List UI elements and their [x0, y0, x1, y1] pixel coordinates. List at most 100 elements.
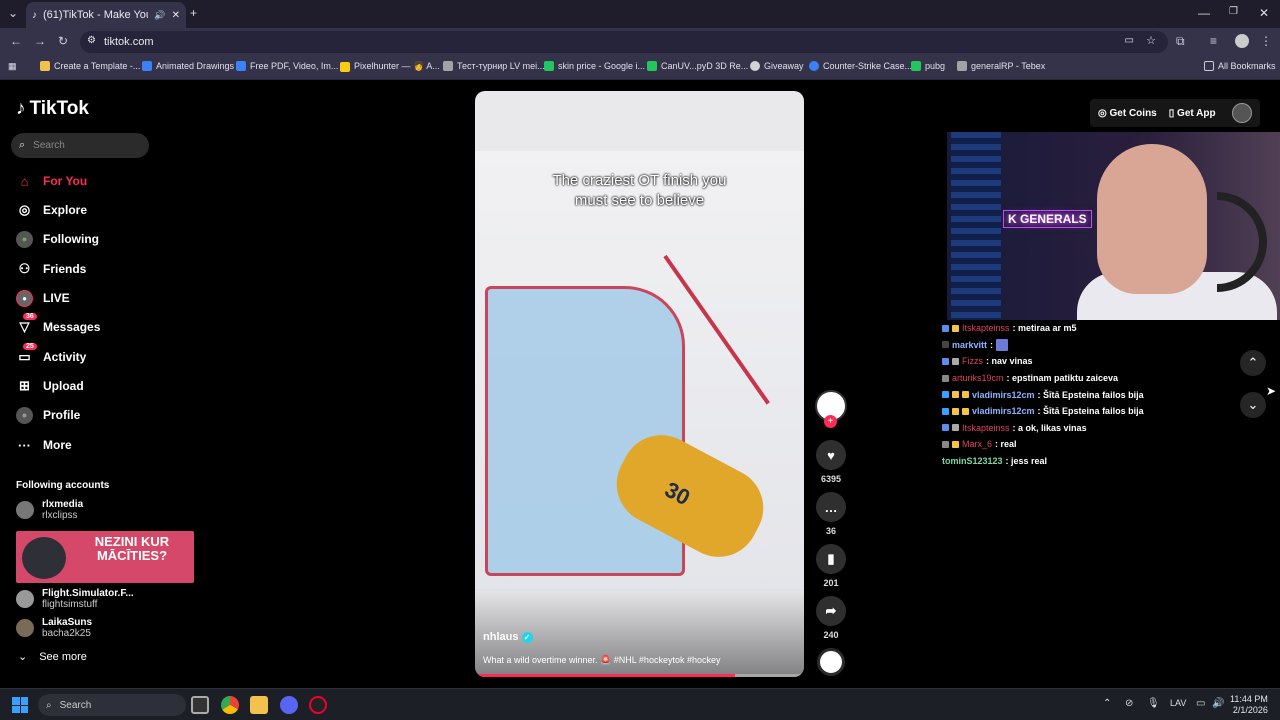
chrome-menu-icon[interactable]: ⋮	[1260, 34, 1272, 48]
like-button[interactable]: ♥ 6395	[815, 440, 847, 484]
network-icon[interactable]: ⊘	[1125, 698, 1133, 709]
window-close-icon[interactable]: ✕	[1259, 6, 1269, 20]
tab-close-icon[interactable]: ✕	[172, 10, 180, 21]
browser-toolbar: ← → ↻ ⚙ tiktok.com ▭ ☆ ⧉ ≡ ⋮	[0, 28, 1280, 56]
see-more-button[interactable]: ⌄ See more	[18, 650, 87, 664]
tiktok-logo[interactable]: ♪ TikTok	[16, 98, 89, 120]
task-view-icon[interactable]	[191, 696, 209, 714]
emote-icon	[996, 338, 1009, 351]
comment-icon: …	[816, 492, 846, 522]
media-icon[interactable]: ≡	[1210, 34, 1217, 48]
nav-following[interactable]: ● Following	[16, 228, 99, 250]
taskbar-search[interactable]: ⌕ Search	[38, 694, 186, 716]
get-coins-button[interactable]: ◎ Get Coins	[1098, 108, 1157, 119]
volume-icon[interactable]: 🔊	[1212, 698, 1224, 709]
badge-icon	[942, 324, 949, 332]
badge-icon	[942, 391, 949, 399]
new-tab-icon[interactable]: +	[190, 6, 197, 20]
tray-overflow-icon[interactable]: ⌃	[1103, 698, 1111, 709]
site-info-icon[interactable]: ⚙	[87, 35, 96, 46]
windows-start-icon[interactable]	[12, 697, 28, 713]
language-indicator[interactable]: LAV	[1170, 698, 1186, 708]
bookmark-star-icon[interactable]: ☆	[1146, 34, 1156, 47]
recording-app-icon[interactable]	[309, 696, 327, 714]
video-player[interactable]: 30 The craziest OT finish you must see t…	[475, 91, 804, 677]
chat-user: Itskapteinss	[962, 422, 1010, 433]
chat-message: : nav vinas	[986, 356, 1033, 367]
chat-user: markvitt	[952, 339, 988, 350]
back-icon[interactable]: ←	[10, 34, 22, 48]
bookmark-label: pubg	[925, 61, 946, 71]
bookmark-favicon-icon	[544, 61, 554, 71]
tab-list-icon[interactable]: ⌄	[8, 6, 18, 20]
nav-activity[interactable]: ▭ 25 Activity	[16, 342, 86, 368]
nav-explore[interactable]: ◎ Explore	[16, 199, 87, 221]
apps-grid-icon[interactable]: ▦	[8, 61, 17, 72]
bookmark-6[interactable]: CanUV...pyD 3D Re...	[647, 61, 748, 71]
address-bar[interactable]: ⚙ tiktok.com ▭ ☆	[80, 31, 1168, 53]
bookmark-0[interactable]: Create a Template -...	[40, 61, 140, 71]
comment-count: 36	[825, 526, 836, 536]
nav-messages[interactable]: ▽ 36 Messages	[16, 312, 100, 338]
discord-icon[interactable]	[280, 696, 298, 714]
user-avatar[interactable]	[1232, 103, 1252, 123]
chrome-taskbar-icon[interactable]	[221, 696, 239, 714]
follow-plus-icon[interactable]: +	[824, 415, 837, 428]
account-item[interactable]: rlxmedia rlxclipss	[16, 499, 83, 521]
nav-label: Friends	[43, 262, 87, 276]
search-input[interactable]: ⌕ Search	[11, 133, 149, 158]
maximize-icon[interactable]: ❐	[1229, 6, 1238, 17]
extensions-icon[interactable]: ⧉	[1176, 34, 1185, 49]
bookmark-2[interactable]: Free PDF, Video, Im...	[236, 61, 338, 71]
nav-friends[interactable]: ⚇ Friends	[16, 258, 87, 280]
video-progress-bar[interactable]	[475, 674, 804, 677]
bookmark-9[interactable]: pubg	[911, 61, 945, 71]
microphone-icon[interactable]: 🎙	[1147, 698, 1160, 709]
tab-title: (61)TikTok - Make Your Day	[43, 9, 148, 21]
previous-video-button[interactable]: ⌃	[1240, 350, 1266, 376]
chat-user: tominS123123	[942, 456, 1003, 467]
forward-icon[interactable]: →	[34, 34, 46, 48]
nav-upload[interactable]: ⊞ Upload	[16, 375, 84, 397]
bookmark-7[interactable]: Giveaway	[750, 61, 804, 71]
nav-live[interactable]: ● LIVE	[16, 287, 70, 309]
clock[interactable]: 11:44 PM 2/1/2026	[1230, 694, 1268, 716]
bookmark-5[interactable]: skin price - Google i...	[544, 61, 645, 71]
account-item[interactable]: Flight.Simulator.F... flightsimstuff	[16, 588, 134, 610]
get-coins-label: Get Coins	[1109, 107, 1157, 119]
share-button[interactable]: ➦ 240	[815, 596, 847, 640]
clock-date: 2/1/2026	[1232, 705, 1268, 715]
comment-button[interactable]: … 36	[815, 492, 847, 536]
ad-character-icon	[22, 537, 66, 579]
chevron-down-icon: ⌄	[18, 651, 28, 663]
next-video-button[interactable]: ⌄	[1240, 392, 1266, 418]
browser-tab[interactable]: ♪ (61)TikTok - Make Your Day 🔊 ✕	[26, 2, 186, 28]
video-description[interactable]: What a wild overtime winner. 🚨 #NHL #hoc…	[483, 655, 720, 666]
cast-icon[interactable]: ▭	[1125, 35, 1134, 46]
sound-disc-icon[interactable]	[817, 648, 845, 676]
profile-avatar-icon[interactable]	[1235, 34, 1249, 48]
reload-icon[interactable]: ↻	[58, 34, 68, 48]
bookmark-3[interactable]: Pixelhunter — 👩 A...	[340, 61, 440, 72]
save-button[interactable]: ▮ 201	[815, 544, 847, 588]
nav-profile[interactable]: ● Profile	[16, 404, 80, 426]
get-app-button[interactable]: ▯ Get App	[1169, 108, 1216, 119]
display-icon[interactable]: ▭	[1196, 698, 1205, 709]
file-explorer-icon[interactable]	[250, 696, 268, 714]
nav-for-you[interactable]: ⌂ For You	[16, 170, 88, 192]
speaker-icon[interactable]: 🔊	[154, 10, 165, 21]
bookmark-8[interactable]: Counter-Strike Case...	[809, 61, 912, 71]
nav-more[interactable]: ··· More	[16, 434, 72, 456]
chat-user: Fizzs	[962, 356, 983, 367]
bookmark-1[interactable]: Animated Drawings	[142, 61, 234, 71]
bookmark-4[interactable]: Тест-турнир LV mei...	[443, 61, 545, 71]
bookmark-10[interactable]: generalRP - Tebex	[957, 61, 1045, 71]
all-bookmarks[interactable]: All Bookmarks	[1204, 61, 1276, 71]
home-icon: ⌂	[20, 173, 29, 189]
tiktok-note-icon: ♪	[16, 98, 26, 119]
account-item[interactable]: LaikaSuns bacha2k25	[16, 617, 92, 639]
minimize-icon[interactable]: —	[1198, 6, 1210, 20]
ad-banner[interactable]: NEZINI KUR MĀCĪTIES?	[16, 531, 194, 583]
video-author[interactable]: nhlaus ✓	[483, 631, 533, 643]
chat-user: vladimirs12cm	[972, 389, 1035, 400]
